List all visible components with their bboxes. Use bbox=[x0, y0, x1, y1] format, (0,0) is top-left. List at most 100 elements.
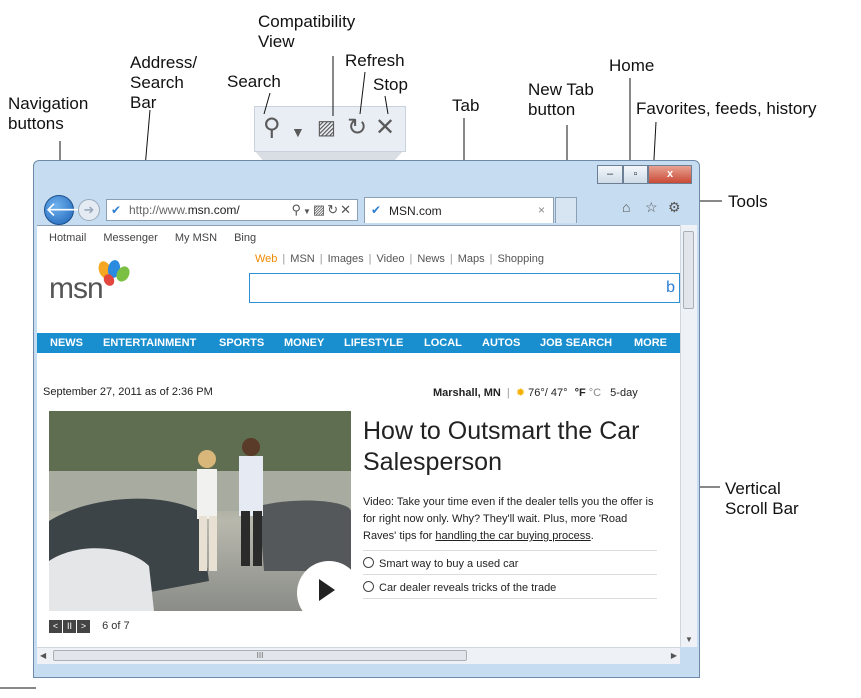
nav-money[interactable]: MONEY bbox=[284, 337, 324, 349]
url-prefix: http://www. bbox=[129, 203, 188, 217]
address-bar[interactable]: ✔ http://www.msn.com/ ⚲▼▨↻✕ bbox=[106, 199, 358, 221]
search-icon[interactable]: ⚲ bbox=[263, 115, 281, 141]
tab-msn[interactable]: ✔ MSN.com × bbox=[364, 197, 554, 223]
story-end: . bbox=[590, 530, 594, 542]
related-link-1[interactable]: Smart way to buy a used car bbox=[363, 550, 657, 570]
callout-vertical-scroll-bar: Vertical Scroll Bar bbox=[725, 479, 799, 518]
compatibility-view-icon[interactable]: ▨ bbox=[317, 115, 336, 141]
nav-autos[interactable]: AUTOS bbox=[482, 337, 520, 349]
scope-news[interactable]: News bbox=[417, 253, 445, 265]
msn-favicon-icon: ✔ bbox=[371, 203, 382, 217]
scope-maps[interactable]: Maps bbox=[458, 253, 485, 265]
magnified-toolbar: ⚲ ▼ ▨ ↻ ✕ bbox=[254, 106, 406, 152]
story-link[interactable]: handling the car buying process bbox=[435, 530, 590, 542]
page-content: Hotmail Messenger My MSN Bing msn Web | MS… bbox=[37, 225, 680, 648]
chevron-down-icon[interactable]: ▼ bbox=[303, 207, 313, 216]
scope-shopping[interactable]: Shopping bbox=[497, 253, 544, 265]
vertical-scrollbar[interactable]: ▼ bbox=[680, 225, 697, 647]
msn-logo[interactable]: msn bbox=[49, 272, 104, 306]
next-icon[interactable]: > bbox=[77, 620, 90, 633]
link-bing[interactable]: Bing bbox=[234, 232, 256, 244]
favorites-star-icon[interactable]: ☆ bbox=[645, 199, 658, 216]
horizontal-scroll-thumb[interactable]: III bbox=[53, 650, 467, 661]
unit-fahrenheit[interactable]: °F bbox=[575, 387, 586, 399]
scroll-down-arrow-icon[interactable]: ▼ bbox=[685, 635, 693, 644]
slideshow-pager: < II > 6 of 7 bbox=[49, 620, 130, 633]
compatibility-view-icon[interactable]: ▨ bbox=[313, 202, 327, 217]
divider bbox=[363, 598, 657, 599]
scroll-right-arrow-icon[interactable]: ▶ bbox=[671, 651, 677, 660]
callout-favorites: Favorites, feeds, history bbox=[636, 99, 817, 118]
nav-local[interactable]: LOCAL bbox=[424, 337, 462, 349]
callout-navigation-buttons: Navigation buttons bbox=[8, 94, 89, 133]
tab-title: MSN.com bbox=[389, 204, 442, 218]
related-link-1-label: Smart way to buy a used car bbox=[379, 558, 519, 570]
scroll-left-arrow-icon[interactable]: ◀ bbox=[40, 651, 46, 660]
weather-5day[interactable]: 5-day bbox=[610, 387, 638, 399]
link-my-msn[interactable]: My MSN bbox=[175, 232, 217, 244]
top-links: Hotmail Messenger My MSN Bing bbox=[49, 232, 270, 244]
stop-icon[interactable]: ✕ bbox=[375, 115, 395, 141]
nav-job-search[interactable]: JOB SEARCH bbox=[540, 337, 612, 349]
msn-nav-bar: NEWS ENTERTAINMENT SPORTS MONEY LIFESTYL… bbox=[37, 333, 680, 353]
maximize-button[interactable]: ▫ bbox=[623, 165, 648, 184]
stop-icon[interactable]: ✕ bbox=[340, 202, 353, 217]
story-headline[interactable]: How to Outsmart the Car Salesperson bbox=[363, 416, 663, 478]
close-button[interactable]: x bbox=[648, 165, 692, 184]
msn-favicon-icon: ✔ bbox=[111, 203, 122, 217]
weather-temp: 76°/ 47° bbox=[528, 387, 568, 399]
scope-web[interactable]: Web bbox=[255, 253, 277, 265]
date-stamp: September 27, 2011 as of 2:36 PM bbox=[43, 386, 213, 398]
tab-close-icon[interactable]: × bbox=[538, 203, 545, 217]
search-icon[interactable]: ⚲ bbox=[291, 202, 303, 217]
nav-more[interactable]: MORE bbox=[634, 337, 667, 349]
pager-count: 6 of 7 bbox=[102, 620, 130, 632]
play-circle-icon bbox=[363, 581, 374, 592]
related-link-2[interactable]: Car dealer reveals tricks of the trade bbox=[363, 574, 657, 594]
weather-widget: Marshall, MN | ✹ 76°/ 47° °F °C 5-day bbox=[433, 387, 638, 399]
nav-entertainment[interactable]: ENTERTAINMENT bbox=[103, 337, 196, 349]
nav-news[interactable]: NEWS bbox=[50, 337, 83, 349]
story-photo[interactable] bbox=[49, 411, 351, 611]
url-domain: msn.com/ bbox=[187, 203, 240, 217]
refresh-icon[interactable]: ↻ bbox=[327, 202, 340, 217]
callout-address-bar: Address/ Search Bar bbox=[130, 53, 198, 112]
minimize-button[interactable]: ‒ bbox=[597, 165, 623, 184]
sun-icon: ✹ bbox=[515, 387, 526, 399]
refresh-icon[interactable]: ↻ bbox=[347, 115, 367, 141]
callout-home: Home bbox=[609, 56, 655, 75]
new-tab-button[interactable] bbox=[555, 197, 577, 223]
pause-icon[interactable]: II bbox=[63, 620, 76, 633]
scope-video[interactable]: Video bbox=[377, 253, 405, 265]
link-messenger[interactable]: Messenger bbox=[103, 232, 157, 244]
callout-compatibility-view: Compatibility View bbox=[258, 12, 356, 51]
callout-stop: Stop bbox=[373, 75, 408, 94]
forward-button[interactable]: ➜ bbox=[78, 199, 100, 221]
back-button[interactable]: 🡐 bbox=[44, 195, 99, 225]
unit-celsius[interactable]: °C bbox=[589, 387, 601, 399]
callout-refresh: Refresh bbox=[345, 51, 405, 70]
weather-city[interactable]: Marshall, MN bbox=[433, 387, 501, 399]
msn-butterfly-icon bbox=[98, 260, 130, 286]
chevron-down-icon[interactable]: ▼ bbox=[291, 119, 305, 145]
link-hotmail[interactable]: Hotmail bbox=[49, 232, 86, 244]
address-url[interactable]: http://www.msn.com/ bbox=[129, 203, 240, 217]
callout-search: Search bbox=[227, 72, 281, 91]
scope-msn[interactable]: MSN bbox=[290, 253, 314, 265]
horizontal-scrollbar[interactable]: ◀ III ▶ bbox=[37, 647, 680, 664]
home-icon[interactable]: ⌂ bbox=[622, 199, 630, 215]
callout-tab: Tab bbox=[452, 96, 480, 115]
callout-tools: Tools bbox=[728, 192, 768, 211]
tools-gear-icon[interactable]: ⚙ bbox=[668, 199, 681, 216]
browser-window: ‒ ▫ x 🡐 ➜ ✔ http://www.msn.com/ ⚲▼▨↻✕ ✔ … bbox=[33, 160, 700, 678]
previous-icon[interactable]: < bbox=[49, 620, 62, 633]
vertical-scroll-thumb[interactable] bbox=[683, 231, 694, 309]
msn-search-input[interactable]: b bbox=[249, 273, 680, 303]
story-summary: Video: Take your time even if the dealer… bbox=[363, 494, 655, 545]
nav-sports[interactable]: SPORTS bbox=[219, 337, 264, 349]
callout-new-tab-button: New Tab button bbox=[528, 80, 594, 119]
address-tools: ⚲▼▨↻✕ bbox=[291, 202, 353, 218]
scope-images[interactable]: Images bbox=[328, 253, 364, 265]
nav-lifestyle[interactable]: LIFESTYLE bbox=[344, 337, 403, 349]
bing-logo-icon[interactable]: b bbox=[666, 279, 675, 297]
